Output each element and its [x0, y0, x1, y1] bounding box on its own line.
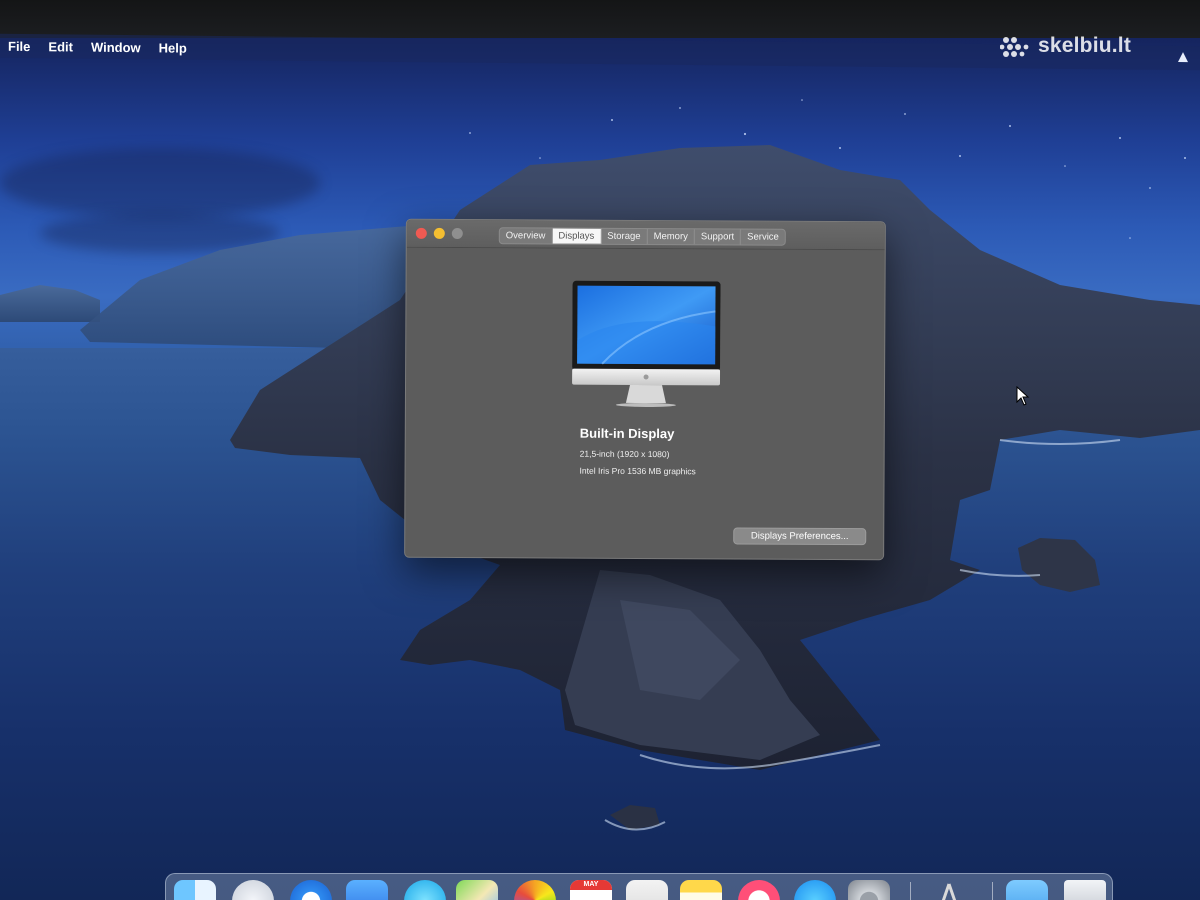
watermark-text: skelbiu.lt: [1038, 34, 1132, 57]
launchpad-icon[interactable]: [232, 880, 274, 900]
tab-service[interactable]: Service: [741, 230, 785, 245]
watermark: skelbiu.lt: [1000, 34, 1131, 58]
photos-icon[interactable]: [514, 880, 556, 900]
downloads-folder-icon[interactable]: [1006, 880, 1048, 900]
display-size: 21,5-inch (1920 x 1080): [579, 448, 670, 460]
mouse-pointer-icon: [1016, 386, 1030, 406]
calendar-month-label: MAY: [570, 880, 612, 890]
tab-bar: Overview Displays Storage Memory Support…: [498, 227, 786, 246]
menu-window[interactable]: Window: [91, 39, 141, 55]
minimize-button[interactable]: [433, 227, 445, 239]
mail-icon[interactable]: [346, 880, 388, 900]
notes-icon[interactable]: [680, 880, 722, 900]
control-center-icon[interactable]: [1176, 49, 1190, 65]
tab-storage[interactable]: Storage: [601, 228, 648, 245]
menu-edit[interactable]: Edit: [48, 39, 73, 54]
dock: MAY: [165, 873, 1113, 900]
music-icon[interactable]: [738, 880, 780, 900]
instruments-icon[interactable]: [928, 880, 970, 900]
calendar-icon[interactable]: MAY: [570, 880, 612, 900]
dock-separator: [910, 882, 911, 900]
tab-overview[interactable]: Overview: [499, 228, 553, 244]
app-store-icon[interactable]: [794, 880, 836, 900]
maps-icon[interactable]: [456, 880, 498, 900]
zoom-button: [451, 227, 463, 240]
trash-icon[interactable]: [1064, 880, 1106, 900]
window-titlebar[interactable]: Overview Displays Storage Memory Support…: [406, 219, 885, 251]
finder-icon[interactable]: [174, 880, 216, 900]
watermark-logo-icon: [1000, 37, 1029, 57]
close-button[interactable]: [415, 227, 427, 239]
graphics-info: Intel Iris Pro 1536 MB graphics: [579, 465, 696, 477]
safari-icon[interactable]: [290, 880, 332, 900]
imac-display-icon: [572, 280, 721, 408]
tab-displays[interactable]: Displays: [552, 228, 602, 244]
tab-support[interactable]: Support: [694, 229, 742, 245]
displays-preferences-button[interactable]: Displays Preferences...: [733, 527, 867, 546]
menu-help[interactable]: Help: [159, 40, 187, 55]
contacts-icon[interactable]: [626, 880, 668, 900]
display-name: Built-in Display: [579, 425, 675, 442]
about-this-mac-window: Overview Displays Storage Memory Support…: [404, 218, 886, 561]
menu-file[interactable]: File: [8, 38, 30, 53]
system-preferences-icon[interactable]: [848, 880, 890, 900]
tab-memory[interactable]: Memory: [647, 229, 695, 245]
facetime-icon[interactable]: [404, 880, 446, 900]
dock-separator: [992, 882, 993, 900]
